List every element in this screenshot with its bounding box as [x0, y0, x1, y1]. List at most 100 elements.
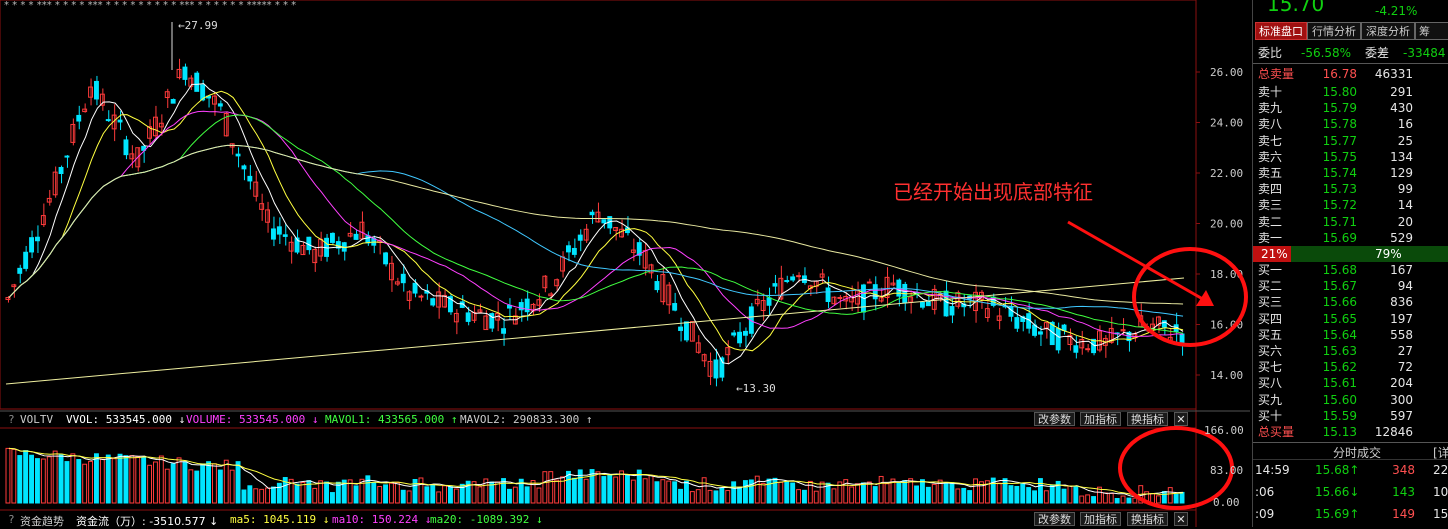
ask-volume: 529	[1390, 230, 1413, 245]
tab-standard-book[interactable]: 标准盘口	[1255, 22, 1307, 40]
fund-add-indicator-button[interactable]: 加指标	[1080, 512, 1121, 526]
volume-bar	[849, 486, 855, 504]
ask-row[interactable]: 卖二 15.71 20	[1253, 214, 1448, 230]
bid-row[interactable]: 买九 15.60 300	[1253, 392, 1448, 408]
candle-body	[29, 237, 35, 253]
ask-row[interactable]: 卖三 15.72 14	[1253, 197, 1448, 213]
bid-price: 15.65	[1322, 311, 1357, 326]
volume-bar	[719, 487, 725, 504]
kline-chart-area[interactable]: 26.00 24.00 22.00 20.00 18.00 16.00 14.00 * * *…	[0, 0, 1250, 528]
candle-body	[241, 165, 247, 170]
ask-row[interactable]: 卖一 15.69 529	[1253, 230, 1448, 246]
bid-volume: 204	[1390, 376, 1413, 391]
bid-label: 买十	[1258, 408, 1283, 423]
tab-depth-analysis[interactable]: 深度分析	[1361, 22, 1415, 40]
volume-bar	[94, 453, 99, 504]
candle-body	[11, 284, 17, 288]
ticks-detail-link[interactable]: [详	[1433, 444, 1448, 461]
candle-body	[365, 235, 371, 244]
bid-row[interactable]: 买一 15.68 167	[1253, 262, 1448, 278]
candle-body	[920, 301, 925, 308]
volume-help-icon[interactable]: ?	[8, 413, 15, 426]
fund-close-icon[interactable]: ✕	[1174, 512, 1188, 526]
volume-bar	[229, 469, 235, 504]
bid-price: 15.63	[1322, 344, 1357, 358]
volume-bar	[831, 488, 837, 504]
volume-bar	[389, 482, 394, 504]
ask-row[interactable]: 卖九 15.79 430	[1253, 100, 1448, 116]
volume-bar	[294, 483, 300, 504]
bid-row[interactable]: 买三 15.66 836	[1253, 294, 1448, 310]
event-markers[interactable]: * * * * *** * * * * *** * * * * * * * * …	[4, 0, 296, 11]
volume-bar	[1161, 491, 1167, 504]
candle-body	[866, 281, 872, 284]
volume-bar	[82, 463, 88, 504]
tab-chips[interactable]: 筹	[1415, 22, 1448, 40]
volume-bar	[872, 486, 878, 504]
volume-bar	[40, 458, 46, 504]
fund-ma20-value: ma20: -1089.392 ↓	[430, 513, 543, 526]
candle-body	[796, 275, 801, 278]
bid-row[interactable]: 买七 15.62 72	[1253, 359, 1448, 375]
volume-bar	[70, 453, 76, 504]
volume-bar	[601, 476, 607, 504]
ratio-sell: 79%	[1375, 247, 1402, 261]
volume-bar	[424, 486, 430, 504]
candle-body	[589, 211, 595, 216]
fund-swap-indicator-button[interactable]: 换指标	[1127, 512, 1168, 526]
bid-row[interactable]: 买四 15.65 197	[1253, 311, 1448, 327]
volume-bar	[105, 454, 111, 504]
candle-body	[743, 330, 748, 336]
candle-body	[170, 99, 176, 104]
tick-price: 15.69↑	[1315, 507, 1360, 521]
ask-row[interactable]: 卖八 15.78 16	[1253, 116, 1448, 132]
bid-row[interactable]: 买八 15.61 204	[1253, 375, 1448, 391]
volume-bar	[477, 486, 483, 504]
bid-volume: 300	[1390, 392, 1413, 407]
volume-bar	[1002, 478, 1008, 504]
total-sell-volume: 46331	[1374, 67, 1413, 81]
ask-row[interactable]: 卖四 15.73 99	[1253, 181, 1448, 197]
volume-bar	[813, 490, 819, 504]
bid-row[interactable]: 买二 15.67 94	[1253, 278, 1448, 294]
tick-volume: 149	[1392, 507, 1415, 521]
fund-modify-params-button[interactable]: 改参数	[1034, 512, 1075, 526]
bid-row[interactable]: 买五 15.64 558	[1253, 327, 1448, 343]
volume-modify-params-button[interactable]: 改参数	[1034, 412, 1075, 426]
weibi-label: 委比	[1258, 46, 1283, 60]
volume-bar	[58, 454, 64, 504]
fund-help-icon[interactable]: ?	[8, 513, 15, 526]
candle-body	[766, 297, 772, 306]
ask-volume: 430	[1390, 101, 1413, 116]
volume-bar	[1108, 492, 1114, 504]
ask-label: 卖十	[1258, 85, 1283, 99]
bid-row[interactable]: 买六 15.63 27	[1253, 343, 1448, 359]
volume-bar	[613, 476, 619, 504]
volume-bar	[778, 481, 784, 504]
volume-bar	[996, 482, 1002, 504]
volume-close-icon[interactable]: ✕	[1174, 412, 1188, 426]
volume-add-indicator-button[interactable]: 加指标	[1080, 412, 1121, 426]
volume-bar	[353, 485, 359, 504]
ask-label: 卖八	[1258, 117, 1283, 132]
ask-row[interactable]: 卖十 15.80 291	[1253, 84, 1448, 100]
volume-bar	[666, 480, 672, 504]
volume-bar	[1114, 498, 1120, 504]
tick-price: 15.68↑	[1315, 463, 1360, 477]
ask-row[interactable]: 卖五 15.74 129	[1253, 165, 1448, 181]
price-axis-label: 14.00	[1210, 369, 1243, 382]
volume-bar	[170, 463, 176, 504]
tab-market-analysis[interactable]: 行情分析	[1307, 22, 1361, 40]
volume-bar	[164, 468, 170, 504]
volume-bar	[896, 482, 902, 504]
bid-label: 买九	[1258, 392, 1283, 407]
total-buy-volume: 12846	[1374, 425, 1413, 439]
tick-row: :09 15.69↑ 149 15	[1253, 506, 1448, 522]
volume-bar	[383, 484, 389, 504]
bid-row[interactable]: 买十 15.59 597	[1253, 408, 1448, 424]
ask-row[interactable]: 卖七 15.77 25	[1253, 133, 1448, 149]
volume-bar	[772, 477, 778, 504]
ratio-buy: 21%	[1261, 247, 1288, 261]
volume-swap-indicator-button[interactable]: 换指标	[1127, 412, 1168, 426]
ask-row[interactable]: 卖六 15.75 134	[1253, 149, 1448, 165]
